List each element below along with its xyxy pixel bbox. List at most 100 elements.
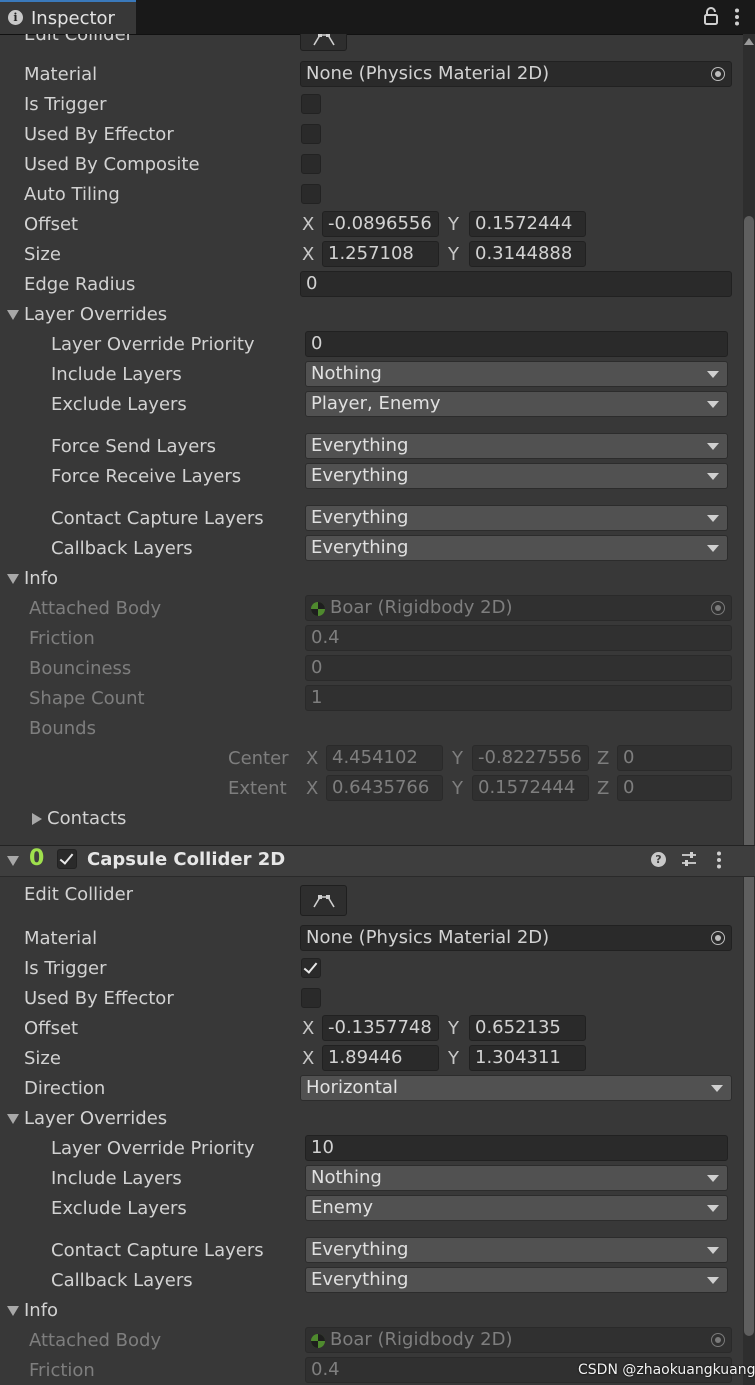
material-value: None (Physics Material 2D) xyxy=(306,63,550,84)
info-foldout-icon[interactable] xyxy=(7,1306,19,1316)
material-field[interactable]: None (Physics Material 2D) xyxy=(300,61,732,87)
friction-label: Friction xyxy=(29,1360,95,1381)
offset-y-field[interactable]: 0.652135 xyxy=(469,1015,586,1041)
size-y-field[interactable]: 1.304311 xyxy=(469,1045,586,1071)
edit-collider-button[interactable] xyxy=(300,34,347,51)
center-z-axis-label: Z xyxy=(597,748,610,769)
offset-x-field[interactable]: -0.1357748 xyxy=(322,1015,439,1041)
is-trigger-checkbox[interactable] xyxy=(301,958,321,978)
object-picker-icon xyxy=(711,1333,725,1347)
bounciness-field: 0 xyxy=(305,655,732,681)
lock-icon[interactable] xyxy=(703,7,719,25)
size-y-field[interactable]: 0.3144888 xyxy=(469,241,586,267)
direction-dropdown[interactable]: Horizontal xyxy=(300,1075,732,1101)
offset-y-axis-label: Y xyxy=(448,1018,459,1039)
callback-layers-dropdown[interactable]: Everything xyxy=(305,535,728,561)
presets-icon[interactable] xyxy=(680,850,698,868)
force-send-layers-value: Everything xyxy=(311,435,409,456)
layer-overrides-foldout-icon[interactable] xyxy=(7,1114,19,1124)
capsule-collider-icon: 0 xyxy=(29,846,45,871)
dropdown-arrow-icon xyxy=(707,515,719,522)
shape-count-field: 1 xyxy=(305,685,732,711)
used-by-effector-checkbox[interactable] xyxy=(301,124,321,144)
include-layers-dropdown[interactable]: Nothing xyxy=(305,1165,728,1191)
extent-z-field: 0 xyxy=(617,775,732,801)
exclude-layers-dropdown[interactable]: Enemy xyxy=(305,1195,728,1221)
help-icon[interactable]: ? xyxy=(651,852,666,867)
edge-radius-label: Edge Radius xyxy=(24,274,136,295)
dropdown-arrow-icon xyxy=(707,371,719,378)
component-foldout-icon[interactable] xyxy=(7,856,19,866)
layer-overrides-label[interactable]: Layer Overrides xyxy=(24,1108,167,1130)
material-label: Material xyxy=(24,928,98,949)
attached-body-label: Attached Body xyxy=(29,1330,162,1351)
size-x-field[interactable]: 1.257108 xyxy=(322,241,439,267)
callback-layers-dropdown[interactable]: Everything xyxy=(305,1267,728,1293)
offset-x-axis-label: X xyxy=(302,1018,315,1039)
force-send-layers-dropdown[interactable]: Everything xyxy=(305,433,728,459)
kebab-menu-icon[interactable] xyxy=(733,8,741,26)
component-menu-icon[interactable] xyxy=(715,851,723,869)
dropdown-arrow-icon xyxy=(707,545,719,552)
contacts-foldout-icon[interactable] xyxy=(32,813,42,825)
bounds-extent-label: Extent xyxy=(228,778,287,799)
force-receive-layers-dropdown[interactable]: Everything xyxy=(305,463,728,489)
extent-x-axis-label: X xyxy=(306,778,319,799)
contact-capture-layers-dropdown[interactable]: Everything xyxy=(305,505,728,531)
tab-title: Inspector xyxy=(31,8,115,29)
offset-y-axis-label: Y xyxy=(448,214,459,235)
exclude-layers-dropdown[interactable]: Player, Enemy xyxy=(305,391,728,417)
material-field[interactable]: None (Physics Material 2D) xyxy=(300,925,732,951)
attached-body-field: Boar (Rigidbody 2D) xyxy=(305,1327,732,1353)
auto-tiling-checkbox[interactable] xyxy=(301,184,321,204)
include-layers-value: Nothing xyxy=(311,1167,382,1188)
is-trigger-checkbox[interactable] xyxy=(301,94,321,114)
bounds-label: Bounds xyxy=(29,718,96,739)
include-layers-dropdown[interactable]: Nothing xyxy=(305,361,728,387)
object-picker-icon[interactable] xyxy=(711,931,725,945)
object-picker-icon[interactable] xyxy=(711,67,725,81)
info-label[interactable]: Info xyxy=(24,1300,58,1322)
size-x-field[interactable]: 1.89446 xyxy=(322,1045,439,1071)
offset-x-field[interactable]: -0.0896556 xyxy=(322,211,439,237)
inspector-tab[interactable]: i Inspector xyxy=(0,0,136,34)
info-foldout-icon[interactable] xyxy=(7,574,19,584)
contact-capture-layers-label: Contact Capture Layers xyxy=(51,508,264,529)
include-layers-value: Nothing xyxy=(311,363,382,384)
dropdown-arrow-icon xyxy=(707,1247,719,1254)
layer-override-priority-field[interactable]: 0 xyxy=(305,331,728,357)
dropdown-arrow-icon xyxy=(707,473,719,480)
layer-override-priority-field[interactable]: 10 xyxy=(305,1135,728,1161)
extent-x-field: 0.6435766 xyxy=(326,775,443,801)
contact-capture-layers-dropdown[interactable]: Everything xyxy=(305,1237,728,1263)
size-y-axis-label: Y xyxy=(448,244,459,265)
edit-collider-row-clipped: Edit Collider xyxy=(0,34,740,46)
layer-override-priority-label: Layer Override Priority xyxy=(51,334,255,355)
edit-collider-button[interactable] xyxy=(300,885,347,916)
component-enabled-checkbox[interactable] xyxy=(57,849,77,869)
edge-radius-field[interactable]: 0 xyxy=(300,271,732,297)
offset-y-field[interactable]: 0.1572444 xyxy=(469,211,586,237)
layer-overrides-foldout-icon[interactable] xyxy=(7,310,19,320)
callback-layers-label: Callback Layers xyxy=(51,538,193,559)
size-x-axis-label: X xyxy=(302,1048,315,1069)
center-y-axis-label: Y xyxy=(452,748,463,769)
friction-field: 0.4 xyxy=(305,625,732,651)
size-y-axis-label: Y xyxy=(448,1048,459,1069)
used-by-composite-checkbox[interactable] xyxy=(301,154,321,174)
scrollbar-thumb[interactable] xyxy=(744,216,754,1336)
layer-overrides-label[interactable]: Layer Overrides xyxy=(24,304,167,326)
dropdown-arrow-icon xyxy=(707,401,719,408)
direction-label: Direction xyxy=(24,1078,106,1099)
info-label[interactable]: Info xyxy=(24,568,58,590)
used-by-effector-checkbox[interactable] xyxy=(301,988,321,1008)
center-x-field: 4.454102 xyxy=(326,745,443,771)
contact-capture-layers-label: Contact Capture Layers xyxy=(51,1240,264,1261)
info-icon: i xyxy=(8,10,23,25)
scroll-up-icon[interactable] xyxy=(744,38,754,45)
extent-y-field: 0.1572444 xyxy=(472,775,589,801)
dropdown-arrow-icon xyxy=(707,1175,719,1182)
center-y-field: -0.8227556 xyxy=(472,745,589,771)
contacts-label[interactable]: Contacts xyxy=(47,808,126,830)
dropdown-arrow-icon xyxy=(707,1277,719,1284)
